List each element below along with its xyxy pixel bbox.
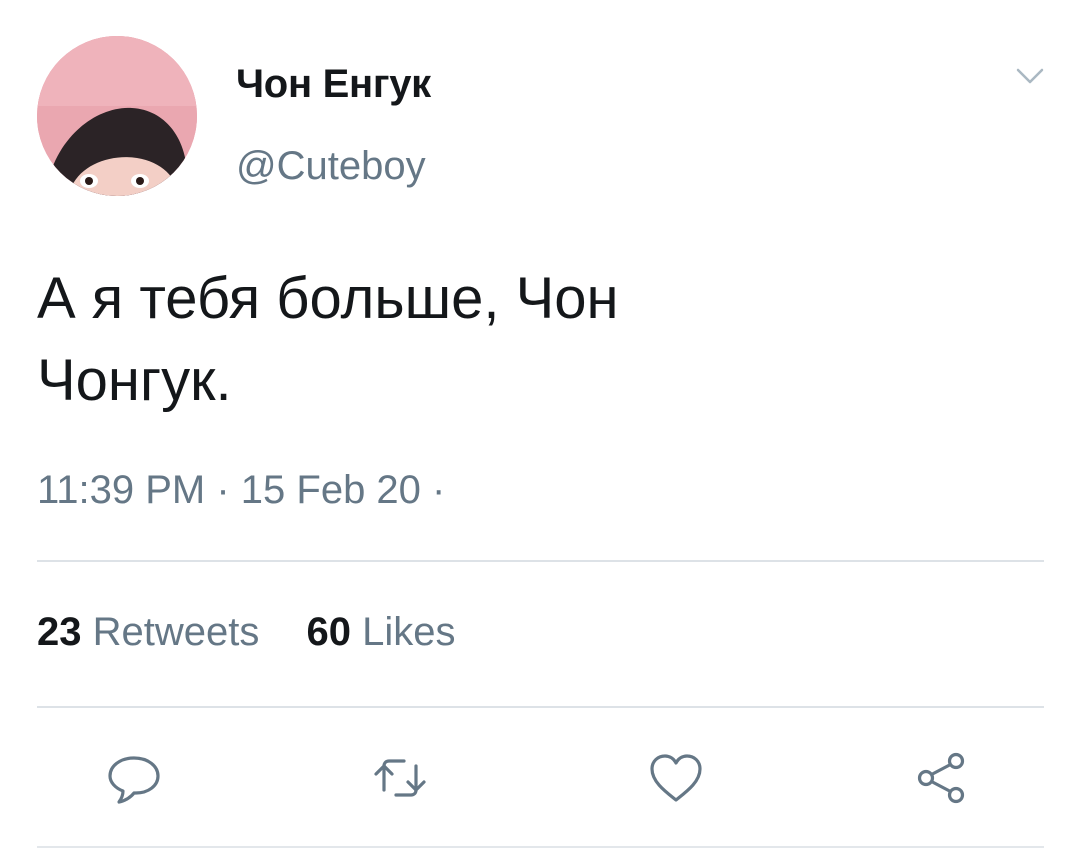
- tweet-timestamp[interactable]: 11:39 PM · 15 Feb 20 ·: [37, 468, 445, 513]
- tweet-text-line: Чонгук.: [37, 348, 232, 413]
- tweet-stats: 23 Retweets 60 Likes: [37, 610, 492, 655]
- reply-button[interactable]: [104, 748, 164, 808]
- avatar-photo: [37, 36, 197, 196]
- share-button[interactable]: [912, 748, 972, 808]
- likes-stat[interactable]: 60 Likes: [307, 610, 456, 655]
- tweet-text: А я тебя больше, Чон Чонгук.: [37, 258, 937, 422]
- divider: [37, 706, 1044, 708]
- share-icon: [917, 752, 965, 804]
- retweets-count: 23: [37, 610, 82, 654]
- display-name[interactable]: Чон Енгук: [236, 62, 431, 107]
- divider: [37, 560, 1044, 562]
- avatar[interactable]: [37, 36, 197, 196]
- retweet-icon: [374, 759, 426, 797]
- heart-icon: [650, 754, 702, 802]
- reply-icon: [108, 756, 160, 804]
- retweet-button[interactable]: [370, 748, 430, 808]
- like-button[interactable]: [646, 748, 706, 808]
- user-handle[interactable]: @Cuteboy: [236, 144, 426, 189]
- tweet-text-line: А я тебя больше, Чон: [37, 266, 619, 331]
- divider: [37, 846, 1044, 848]
- chevron-down-icon[interactable]: [1010, 62, 1050, 92]
- tweet-detail: Чон Енгук @Cuteboy А я тебя больше, Чон …: [0, 0, 1080, 868]
- retweets-stat[interactable]: 23 Retweets: [37, 610, 259, 655]
- likes-count: 60: [306, 610, 352, 654]
- likes-label: Likes: [362, 610, 456, 654]
- retweets-label: Retweets: [92, 610, 260, 654]
